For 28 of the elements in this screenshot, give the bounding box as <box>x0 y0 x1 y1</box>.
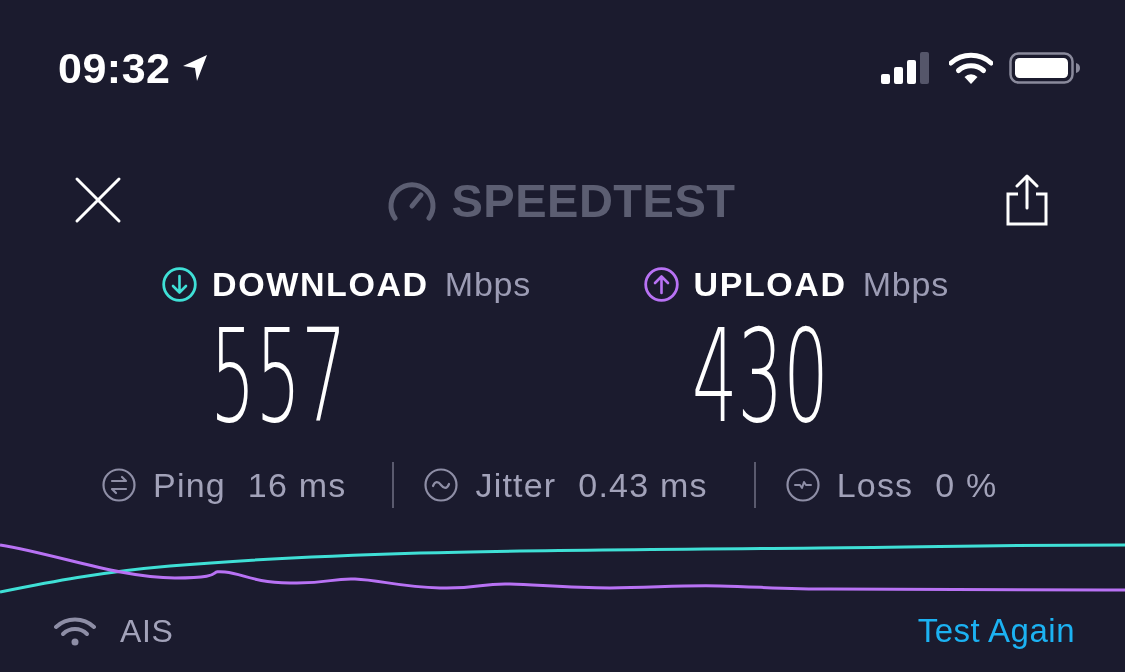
clock-time: 09:32 <box>58 43 171 93</box>
metric-value: 0.43 ms <box>578 465 708 505</box>
metric-value: 0 % <box>935 465 998 505</box>
metric-label: Ping <box>153 465 226 505</box>
share-button[interactable] <box>1005 174 1049 226</box>
speed-value: 430 <box>691 313 829 441</box>
test-again-button[interactable]: Test Again <box>917 612 1075 650</box>
result-label: DOWNLOAD <box>212 264 429 304</box>
location-arrow-icon <box>182 54 209 82</box>
wifi-icon <box>949 51 993 85</box>
metric-label: Jitter <box>475 465 557 505</box>
signal-bars-icon <box>881 52 931 84</box>
result-label: UPLOAD <box>693 264 847 304</box>
network-name: AIS <box>120 612 174 650</box>
speed-value: 557 <box>210 313 347 441</box>
pulse-circle-icon <box>785 468 820 502</box>
unit-label: Mbps <box>444 264 532 304</box>
metric-value: 16 ms <box>247 465 347 505</box>
wave-circle-icon <box>424 468 459 502</box>
wifi-icon <box>54 616 96 646</box>
close-button[interactable] <box>74 176 122 224</box>
arrows-circle-icon <box>102 468 136 502</box>
battery-icon <box>1009 52 1081 84</box>
share-icon <box>1005 174 1049 226</box>
logo-text: SPEEDTEST <box>451 172 736 228</box>
unit-label: Mbps <box>862 264 949 304</box>
close-icon <box>74 176 122 224</box>
metric-label: Loss <box>836 465 914 505</box>
